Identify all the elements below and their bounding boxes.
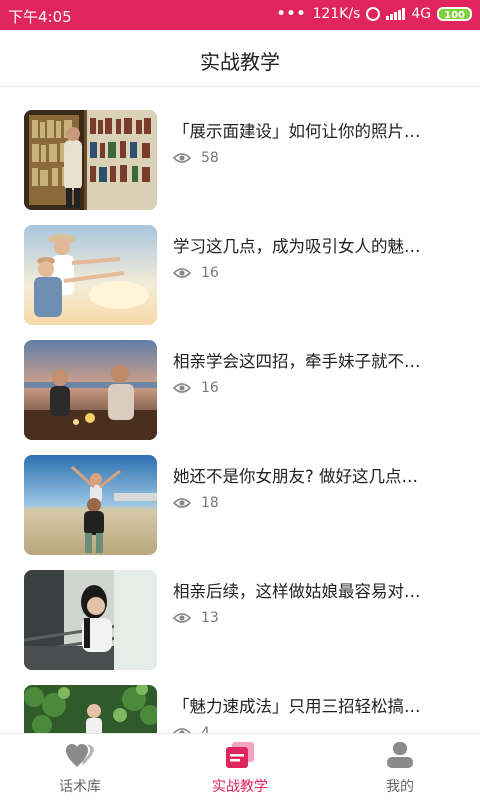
- view-count-value: 16: [201, 380, 219, 396]
- article-item[interactable]: 「展示面建设」如何让你的照片… 58: [0, 88, 480, 210]
- view-count: 13: [173, 610, 219, 626]
- bottom-tab-bar: 话术库 实战教学 我的: [0, 733, 480, 800]
- alarm-icon: [366, 7, 381, 21]
- view-count: 18: [173, 495, 219, 511]
- article-item[interactable]: 学习这几点，成为吸引女人的魅… 16: [0, 203, 480, 325]
- article-title: 学习这几点，成为吸引女人的魅…: [173, 237, 421, 256]
- view-count-value: 4: [201, 725, 210, 733]
- article-list[interactable]: 「展示面建设」如何让你的照片… 58 学习这几点，成为吸引女人的魅… 16 相亲…: [0, 88, 480, 733]
- page-title: 实战教学: [200, 50, 280, 74]
- pages-icon: [226, 742, 254, 768]
- view-count: 4: [173, 725, 210, 733]
- view-count: 16: [173, 380, 219, 396]
- network-type: 4G: [411, 6, 432, 22]
- eye-icon: [173, 268, 191, 278]
- view-count-value: 18: [201, 495, 219, 511]
- status-bar: 下午4:05 ••• 121K/s 4G 100: [0, 0, 480, 30]
- article-item[interactable]: 她还不是你女朋友? 做好这几点… 18: [0, 433, 480, 555]
- eye-icon: [173, 498, 191, 508]
- view-count-value: 13: [201, 610, 219, 626]
- tab-label: 话术库: [59, 779, 101, 795]
- article-title: 相亲后续，这样做姑娘最容易对…: [173, 582, 421, 601]
- view-count: 16: [173, 265, 219, 281]
- article-thumbnail: [24, 455, 157, 555]
- tab-me[interactable]: 我的: [320, 734, 480, 800]
- article-thumbnail: [24, 110, 157, 210]
- more-dots-icon: •••: [276, 6, 307, 22]
- article-thumbnail: [24, 685, 157, 733]
- article-thumbnail: [24, 340, 157, 440]
- article-item[interactable]: 相亲学会这四招，牵手妹子就不… 16: [0, 318, 480, 440]
- status-icons: ••• 121K/s 4G 100: [277, 6, 472, 22]
- network-speed: 121K/s: [312, 6, 361, 22]
- view-count-value: 16: [201, 265, 219, 281]
- app-header: 实战教学: [0, 30, 480, 87]
- article-title: 她还不是你女朋友? 做好这几点…: [173, 467, 419, 486]
- eye-icon: [173, 613, 191, 623]
- article-title: 「魅力速成法」只用三招轻松搞…: [173, 697, 421, 716]
- tab-label: 我的: [386, 779, 414, 795]
- eye-icon: [173, 153, 191, 163]
- tab-label: 实战教学: [212, 779, 268, 795]
- article-title: 相亲学会这四招，牵手妹子就不…: [173, 352, 421, 371]
- view-count: 58: [173, 150, 219, 166]
- article-item[interactable]: 「魅力速成法」只用三招轻松搞… 4: [0, 663, 480, 733]
- tab-practice-tutorials[interactable]: 实战教学: [160, 734, 320, 800]
- signal-icon: [386, 8, 406, 20]
- hearts-icon: [66, 744, 94, 767]
- view-count-value: 58: [201, 150, 219, 166]
- user-icon: [387, 742, 413, 768]
- article-thumbnail: [24, 570, 157, 670]
- battery-icon: 100: [437, 7, 472, 21]
- eye-icon: [173, 383, 191, 393]
- status-time: 下午4:05: [8, 8, 72, 26]
- article-thumbnail: [24, 225, 157, 325]
- article-title: 「展示面建设」如何让你的照片…: [173, 122, 421, 141]
- tab-script-library[interactable]: 话术库: [0, 734, 160, 800]
- article-item[interactable]: 相亲后续，这样做姑娘最容易对… 13: [0, 548, 480, 670]
